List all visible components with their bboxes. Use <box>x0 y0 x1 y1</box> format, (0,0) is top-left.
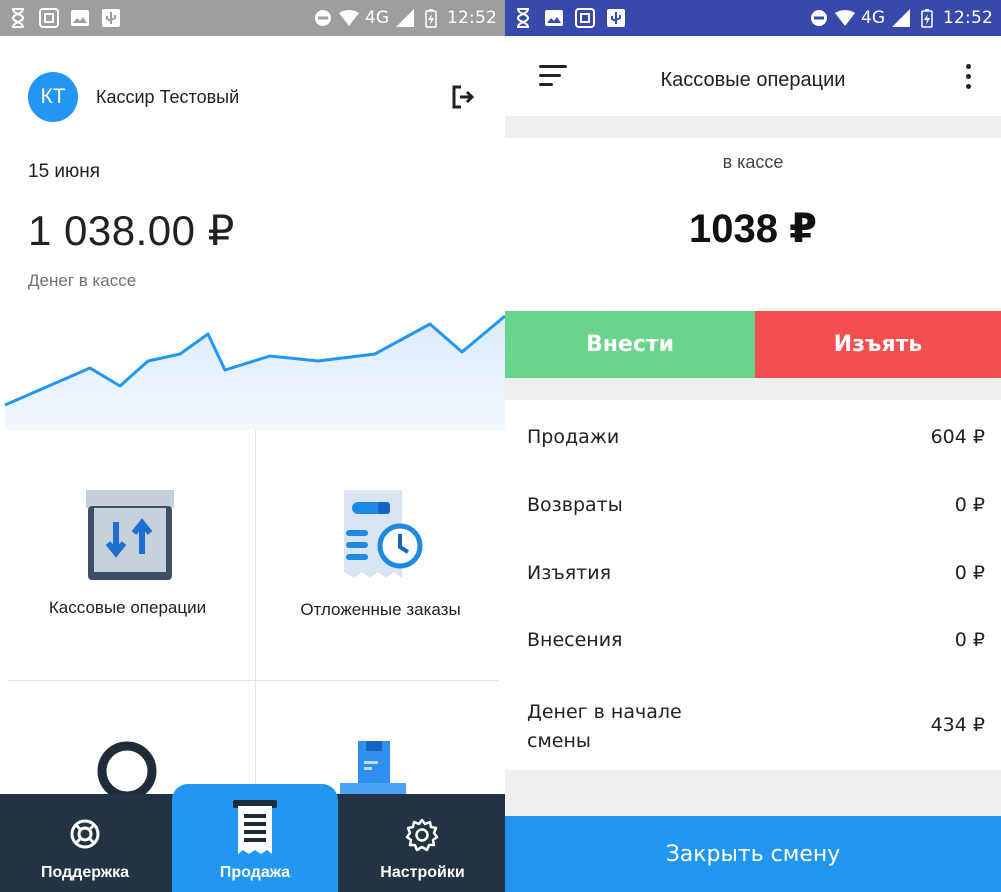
battery-charging-icon <box>421 7 441 29</box>
network-type: 4G <box>365 8 389 28</box>
cash-caption: Денег в кассе <box>28 271 137 290</box>
cash-trend-chart <box>4 314 505 430</box>
nav-label: Поддержка <box>40 864 130 881</box>
date-label: 15 июня <box>28 161 101 182</box>
status-time: 12:52 <box>943 8 993 28</box>
summary-label: Внесения <box>527 629 623 651</box>
hourglass-icon <box>513 7 533 29</box>
shift-summary: Продажи 604 ₽ Возвраты 0 ₽ Изъятия 0 ₽ В… <box>505 400 1001 770</box>
image-icon <box>70 7 90 29</box>
lifebuoy-icon <box>70 819 100 849</box>
signal-icon <box>395 7 415 29</box>
summary-label: Изъятия <box>527 562 612 584</box>
status-bar: 4G 12:52 <box>0 0 505 36</box>
summary-row-withdrawals: Изъятия 0 ₽ <box>527 562 985 590</box>
status-time: 12:52 <box>447 8 497 28</box>
summary-label: Денег в начале смены <box>527 701 682 752</box>
cash-amount: 1 038.00 ₽ <box>28 207 235 254</box>
deposit-button[interactable]: Внести <box>505 311 755 378</box>
summary-row-returns: Возвраты 0 ₽ <box>527 494 985 522</box>
wifi-icon <box>339 7 359 29</box>
in-cash-label: в кассе <box>722 152 784 172</box>
close-shift-button[interactable]: Закрыть смену <box>505 816 1001 892</box>
more-vert-icon[interactable] <box>965 63 973 91</box>
cash-operations-screen: 4G 12:52 Кассовые операции в кассе 1038 … <box>505 0 1001 892</box>
summary-row-sales: Продажи 604 ₽ <box>527 426 985 454</box>
box-icon <box>340 741 406 799</box>
tile-cash-operations[interactable]: Кассовые операции <box>0 430 255 680</box>
image-icon <box>544 7 564 29</box>
nav-support[interactable]: Поддержка <box>0 794 170 892</box>
user-profile: КТ Кассир Тестовый <box>28 72 478 122</box>
nav-sale-active[interactable]: Продажа <box>172 784 338 892</box>
network-type: 4G <box>861 8 885 28</box>
summary-label: Продажи <box>527 426 620 448</box>
do-not-disturb-icon <box>313 7 333 29</box>
main-screen: 4G 12:52 КТ Кассир Тестовый 15 июня 1 03… <box>0 0 505 892</box>
nav-label: Настройки <box>380 864 465 881</box>
usb-icon <box>101 7 121 29</box>
ring-icon <box>97 741 157 801</box>
tile-partial-left[interactable] <box>0 681 255 801</box>
nav-label: Продажа <box>219 864 291 881</box>
receipt-icon <box>233 800 277 854</box>
tile-label: Кассовые операции <box>48 598 207 617</box>
summary-value: 434 ₽ <box>930 714 985 736</box>
section-divider <box>505 116 1001 138</box>
summary-row-deposits: Внесения 0 ₽ <box>527 629 985 657</box>
summary-value: 0 ₽ <box>954 494 985 516</box>
cash-operations-icon <box>86 490 174 580</box>
summary-value: 0 ₽ <box>954 562 985 584</box>
summary-row-opening-balance: Денег в начале смены 434 ₽ <box>527 698 985 758</box>
screenshot-icon <box>575 7 595 29</box>
menu-tiles: Кассовые операции Отложенные заказы <box>0 430 505 801</box>
section-divider <box>505 378 1001 400</box>
status-bar: 4G 12:52 <box>505 0 1001 36</box>
logout-icon[interactable] <box>448 82 478 112</box>
summary-value: 604 ₽ <box>930 426 985 448</box>
summary-label: Возвраты <box>527 494 623 516</box>
gear-icon <box>405 818 439 852</box>
summary-value: 0 ₽ <box>954 629 985 651</box>
deferred-orders-icon <box>344 490 423 578</box>
tile-partial-right[interactable] <box>256 681 505 800</box>
in-cash-amount: 1038 ₽ <box>689 207 817 251</box>
signal-icon <box>891 7 911 29</box>
do-not-disturb-icon <box>809 7 829 29</box>
hourglass-icon <box>8 7 28 29</box>
battery-charging-icon <box>917 7 937 29</box>
section-divider <box>505 770 1001 816</box>
screenshot-icon <box>39 7 59 29</box>
tile-label: Отложенные заказы <box>300 600 461 619</box>
nav-settings[interactable]: Настройки <box>340 794 505 892</box>
withdraw-button[interactable]: Изъять <box>755 311 1001 378</box>
usb-icon <box>606 7 626 29</box>
cashier-name: Кассир Тестовый <box>96 86 240 107</box>
tile-deferred-orders[interactable]: Отложенные заказы <box>256 430 505 680</box>
wifi-icon <box>835 7 855 29</box>
avatar[interactable]: КТ <box>28 72 78 122</box>
toolbar: Кассовые операции <box>505 36 1001 116</box>
page-title: Кассовые операции <box>660 69 846 91</box>
